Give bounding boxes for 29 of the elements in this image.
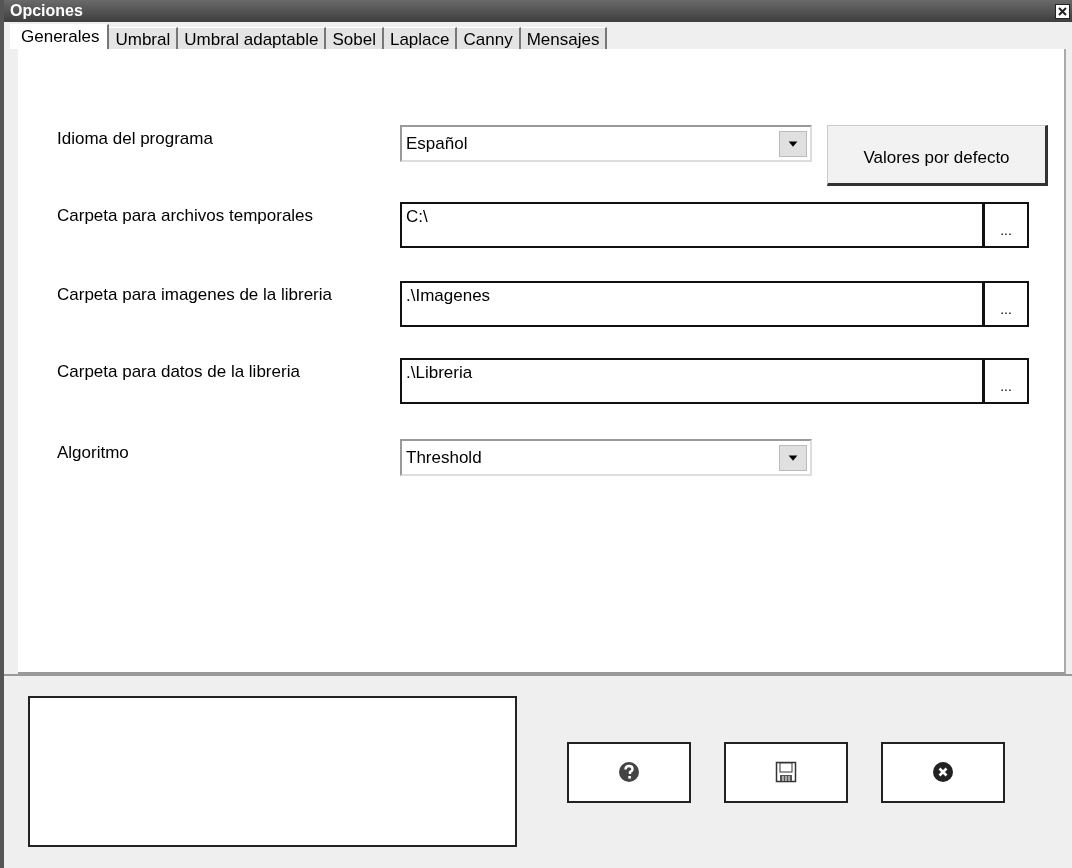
dropdown-button[interactable] <box>779 444 807 471</box>
field-label: Carpeta para archivos temporales <box>57 205 315 227</box>
field-label: Carpeta para datos de la libreria <box>57 361 301 383</box>
help-icon <box>618 761 640 783</box>
close-icon[interactable] <box>1055 3 1070 19</box>
help-button[interactable] <box>567 741 691 803</box>
field-label: Idioma del programa <box>57 128 214 150</box>
window-title: Opciones <box>10 2 83 20</box>
save-button[interactable] <box>724 741 848 803</box>
tab[interactable]: Laplace <box>383 27 458 49</box>
tab[interactable]: Generales <box>10 24 110 49</box>
tab[interactable]: Umbral <box>109 27 179 49</box>
folder-field[interactable]: .\Libreria ... <box>400 358 1029 404</box>
close-button[interactable] <box>881 741 1005 803</box>
field-label: Carpeta para imagenes de la libreria <box>57 284 333 306</box>
tab[interactable]: Canny <box>457 27 521 49</box>
tab[interactable]: Sobel <box>326 27 384 49</box>
close-icon <box>932 761 954 783</box>
dropdown-button[interactable] <box>779 130 807 157</box>
folder-field[interactable]: .\Imagenes ... <box>400 281 1029 327</box>
field-label: Algoritmo <box>57 442 130 464</box>
tab[interactable]: Umbral adaptable <box>178 27 327 49</box>
defaults-button[interactable]: Valores por defecto <box>827 125 1048 186</box>
folder-field[interactable]: C:\ ... <box>400 202 1029 248</box>
tab[interactable]: Mensajes <box>520 27 608 49</box>
dropdown-value: Español <box>406 133 468 154</box>
dropdown-value: Threshold <box>406 447 482 468</box>
dropdown[interactable]: Español <box>400 125 812 162</box>
dropdown[interactable]: Threshold <box>400 439 812 476</box>
